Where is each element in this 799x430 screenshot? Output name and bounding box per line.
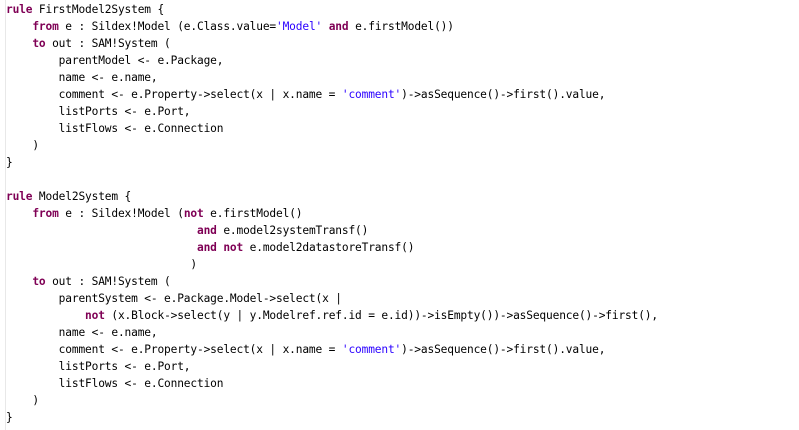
code-text: e : Sildex!Model (	[58, 207, 184, 220]
code-keyword: and	[328, 20, 349, 33]
code-string: 'Model'	[276, 20, 323, 33]
code-text: }	[6, 411, 13, 424]
code-text: e.model2systemTransf()	[216, 224, 369, 237]
code-line: }	[6, 408, 799, 425]
code-line: }	[6, 153, 799, 170]
code-line: listPorts <- e.Port,	[6, 357, 799, 374]
code-line: not (x.Block->select(y | y.Modelref.ref.…	[6, 306, 799, 323]
code-text: FirstModel2System {	[32, 3, 165, 16]
code-keyword: from	[32, 20, 59, 33]
code-text: comment <- e.Property->select(x | x.name…	[6, 343, 342, 356]
code-line: parentModel <- e.Package,	[6, 51, 799, 68]
code-text: e : Sildex!Model (e.Class.value=	[58, 20, 277, 33]
code-line: )	[6, 136, 799, 153]
code-line: listFlows <- e.Connection	[6, 119, 799, 136]
code-text: )	[6, 139, 39, 152]
code-line: to out : SAM!System (	[6, 34, 799, 51]
code-string: 'comment'	[341, 88, 402, 101]
code-text: }	[6, 156, 13, 169]
code-line: from e : Sildex!Model (e.Class.value='Mo…	[6, 17, 799, 34]
code-line: comment <- e.Property->select(x | x.name…	[6, 85, 799, 102]
code-line: and e.model2systemTransf()	[6, 221, 799, 238]
code-line: from e : Sildex!Model (not e.firstModel(…	[6, 204, 799, 221]
code-text: listPorts <- e.Port,	[6, 105, 191, 118]
code-text: )	[6, 258, 197, 271]
code-keyword: from	[32, 207, 59, 220]
code-text: out : SAM!System (	[45, 37, 171, 50]
code-keyword: rule	[6, 190, 33, 203]
code-text: )->asSequence()->first().value,	[401, 88, 606, 101]
code-line: parentSystem <- e.Package.Model->select(…	[6, 289, 799, 306]
code-keyword: not	[183, 207, 204, 220]
code-keyword: not	[85, 309, 105, 322]
code-text: listFlows <- e.Connection	[6, 377, 224, 390]
code-keyword: and not	[196, 241, 244, 254]
code-line: )	[6, 255, 799, 272]
code-line: comment <- e.Property->select(x | x.name…	[6, 340, 799, 357]
code-text-area[interactable]: rule FirstModel2System { from e : Sildex…	[6, 0, 799, 425]
code-text: parentSystem <- e.Package.Model->select(…	[6, 292, 342, 305]
code-line: name <- e.name,	[6, 68, 799, 85]
code-keyword: to	[32, 275, 46, 288]
code-line: listFlows <- e.Connection	[6, 374, 799, 391]
code-line: rule FirstModel2System {	[6, 0, 799, 17]
code-line: rule Model2System {	[6, 187, 799, 204]
code-text: (x.Block->select(y | y.Modelref.ref.id =…	[104, 309, 658, 322]
code-text: listFlows <- e.Connection	[6, 122, 224, 135]
code-text: listPorts <- e.Port,	[6, 360, 191, 373]
code-line: listPorts <- e.Port,	[6, 102, 799, 119]
code-text: )	[6, 394, 39, 407]
code-text: Model2System {	[32, 190, 132, 203]
code-string: 'comment'	[341, 343, 402, 356]
code-text: out : SAM!System (	[45, 275, 171, 288]
code-editor[interactable]: rule FirstModel2System { from e : Sildex…	[0, 0, 799, 430]
code-text: comment <- e.Property->select(x | x.name…	[6, 88, 342, 101]
code-text: parentModel <- e.Package,	[6, 54, 224, 67]
code-line: and not e.model2datastoreTransf()	[6, 238, 799, 255]
code-text: )->asSequence()->first().value,	[401, 343, 606, 356]
code-text: name <- e.name,	[6, 71, 158, 84]
code-text: e.firstModel()	[203, 207, 303, 220]
code-text: name <- e.name,	[6, 326, 158, 339]
code-keyword: to	[32, 37, 46, 50]
code-text: e.model2datastoreTransf()	[243, 241, 415, 254]
code-line: )	[6, 391, 799, 408]
code-line: name <- e.name,	[6, 323, 799, 340]
code-text: e.firstModel())	[348, 20, 454, 33]
code-keyword: and	[196, 224, 217, 237]
code-line: to out : SAM!System (	[6, 272, 799, 289]
code-keyword: rule	[6, 3, 33, 16]
code-line: ​	[6, 170, 799, 187]
